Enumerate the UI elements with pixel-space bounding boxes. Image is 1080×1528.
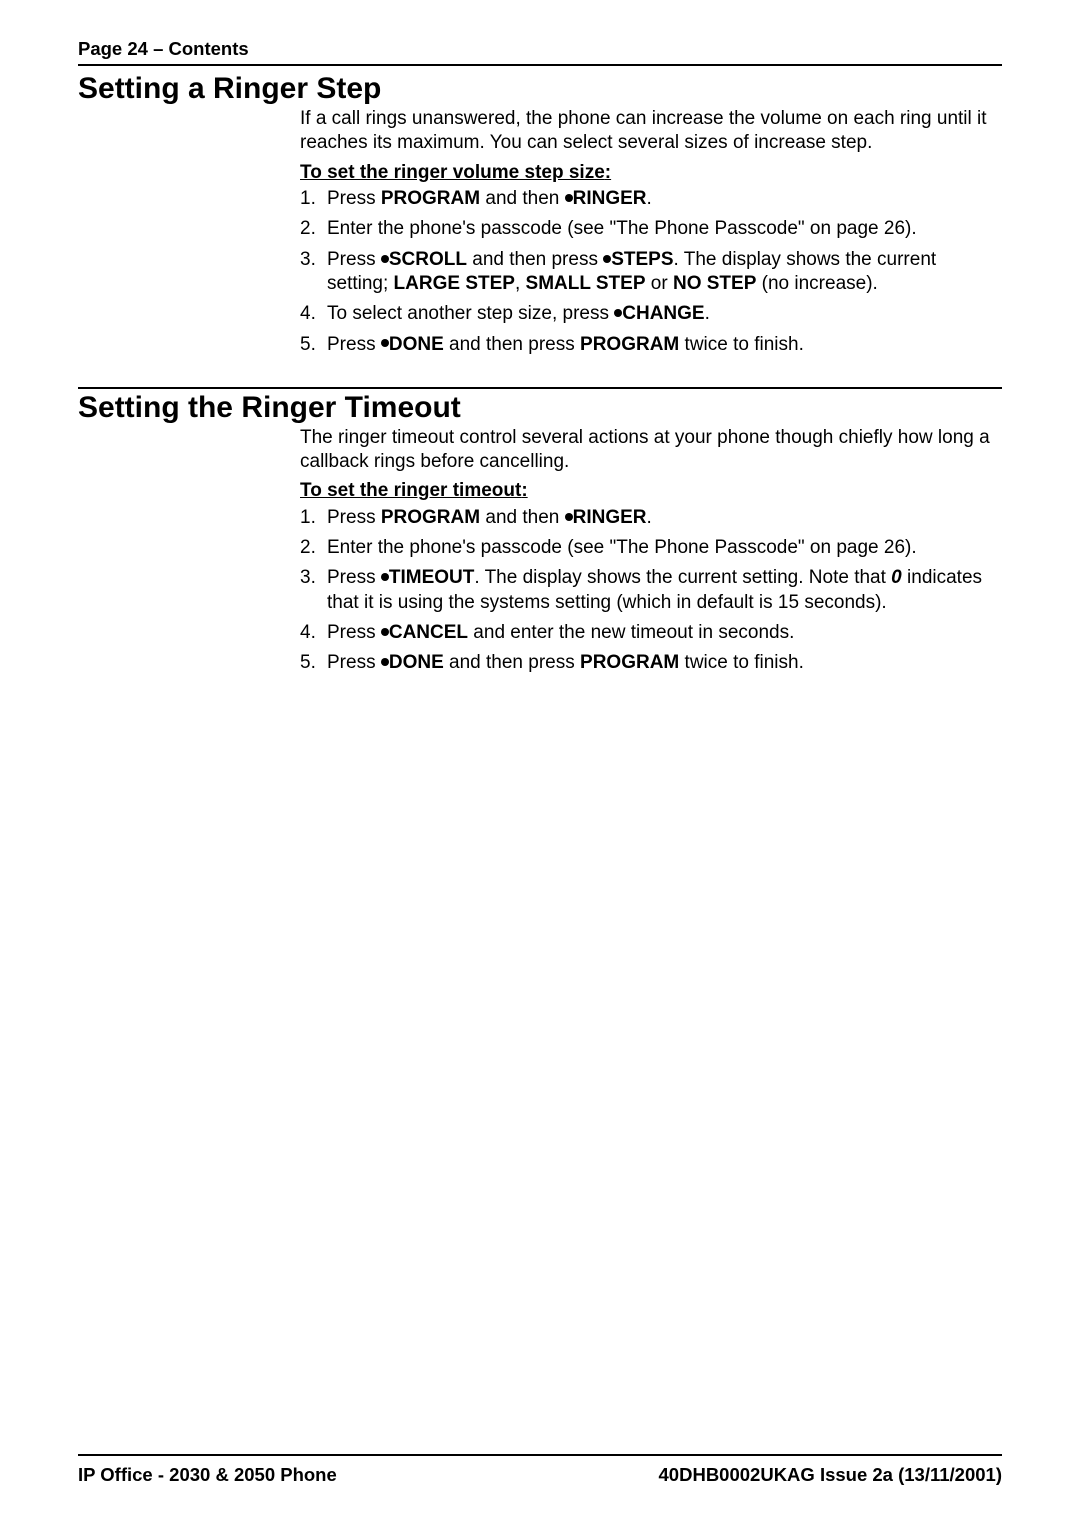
text: and then [480, 188, 565, 209]
section-body-ringer-timeout: The ringer timeout control several actio… [300, 426, 1002, 676]
kw-ringer: RINGER [573, 188, 647, 209]
kw-scroll: SCROLL [389, 249, 467, 270]
bullet-icon [565, 194, 573, 202]
text: and then press [444, 334, 580, 355]
steps-list-2: Press PROGRAM and then RINGER. Enter the… [300, 506, 1002, 676]
subhead-1: To set the ringer volume step size: [300, 161, 1002, 185]
intro-para-1: If a call rings unanswered, the phone ca… [300, 107, 1002, 156]
bullet-icon [381, 339, 389, 347]
text: Press [327, 622, 381, 643]
kw-done: DONE [389, 652, 444, 673]
step-2-4: Press CANCEL and enter the new timeout i… [300, 621, 1002, 645]
intro-para-2: The ringer timeout control several actio… [300, 426, 1002, 475]
subhead-2: To set the ringer timeout: [300, 479, 1002, 503]
step-2-3: Press TIMEOUT. The display shows the cur… [300, 566, 1002, 615]
kw-cancel: CANCEL [389, 622, 468, 643]
text: twice to finish. [679, 652, 804, 673]
page-footer: IP Office - 2030 & 2050 Phone 40DHB0002U… [78, 1454, 1002, 1486]
text: Press [327, 507, 381, 528]
kw-steps: STEPS [611, 249, 673, 270]
bullet-icon [381, 573, 389, 581]
text: Press [327, 249, 381, 270]
text: . [647, 507, 652, 528]
kw-zero: 0 [891, 567, 902, 588]
bullet-icon [565, 513, 573, 521]
text: (no increase). [756, 273, 877, 294]
kw-done: DONE [389, 334, 444, 355]
section-title-ringer-timeout: Setting the Ringer Timeout [78, 391, 1002, 425]
kw-program: PROGRAM [580, 334, 679, 355]
bullet-icon [381, 255, 389, 263]
step-1-4: To select another step size, press CHANG… [300, 302, 1002, 326]
text: To select another step size, press [327, 303, 614, 324]
footer-right: 40DHB0002UKAG Issue 2a (13/11/2001) [659, 1464, 1002, 1486]
section-title-ringer-step: Setting a Ringer Step [78, 72, 1002, 106]
kw-program: PROGRAM [381, 507, 480, 528]
kw-program: PROGRAM [381, 188, 480, 209]
step-1-3: Press SCROLL and then press STEPS. The d… [300, 248, 1002, 297]
text: and then press [444, 652, 580, 673]
kw-ringer: RINGER [573, 507, 647, 528]
text: and then [480, 507, 565, 528]
step-1-5: Press DONE and then press PROGRAM twice … [300, 333, 1002, 357]
kw-large-step: LARGE STEP [394, 273, 515, 294]
page-header: Page 24 – Contents [78, 38, 1002, 66]
section-body-ringer-step: If a call rings unanswered, the phone ca… [300, 107, 1002, 357]
step-2-5: Press DONE and then press PROGRAM twice … [300, 651, 1002, 675]
step-2-2: Enter the phone's passcode (see "The Pho… [300, 536, 1002, 560]
step-1-2: Enter the phone's passcode (see "The Pho… [300, 217, 1002, 241]
subhead-2-text: To set the ringer timeout [300, 480, 521, 501]
text: and then press [467, 249, 603, 270]
bullet-icon [381, 658, 389, 666]
step-1-1: Press PROGRAM and then RINGER. [300, 187, 1002, 211]
kw-small-step: SMALL STEP [526, 273, 646, 294]
text: Press [327, 334, 381, 355]
bullet-icon [603, 255, 611, 263]
text: Press [327, 652, 381, 673]
step-2-1: Press PROGRAM and then RINGER. [300, 506, 1002, 530]
kw-change: CHANGE [622, 303, 704, 324]
section-divider [78, 387, 1002, 389]
text: and enter the new timeout in seconds. [468, 622, 794, 643]
text: . [705, 303, 710, 324]
text: or [646, 273, 673, 294]
bullet-icon [381, 628, 389, 636]
footer-left: IP Office - 2030 & 2050 Phone [78, 1464, 337, 1486]
subhead-1-text: To set the ringer volume step size [300, 162, 605, 183]
kw-timeout: TIMEOUT [389, 567, 475, 588]
text: twice to finish. [679, 334, 804, 355]
text: . [647, 188, 652, 209]
text: Press [327, 567, 381, 588]
text: Press [327, 188, 381, 209]
kw-no-step: NO STEP [673, 273, 756, 294]
steps-list-1: Press PROGRAM and then RINGER. Enter the… [300, 187, 1002, 357]
kw-program: PROGRAM [580, 652, 679, 673]
text: . The display shows the current setting.… [474, 567, 891, 588]
text: , [515, 273, 526, 294]
